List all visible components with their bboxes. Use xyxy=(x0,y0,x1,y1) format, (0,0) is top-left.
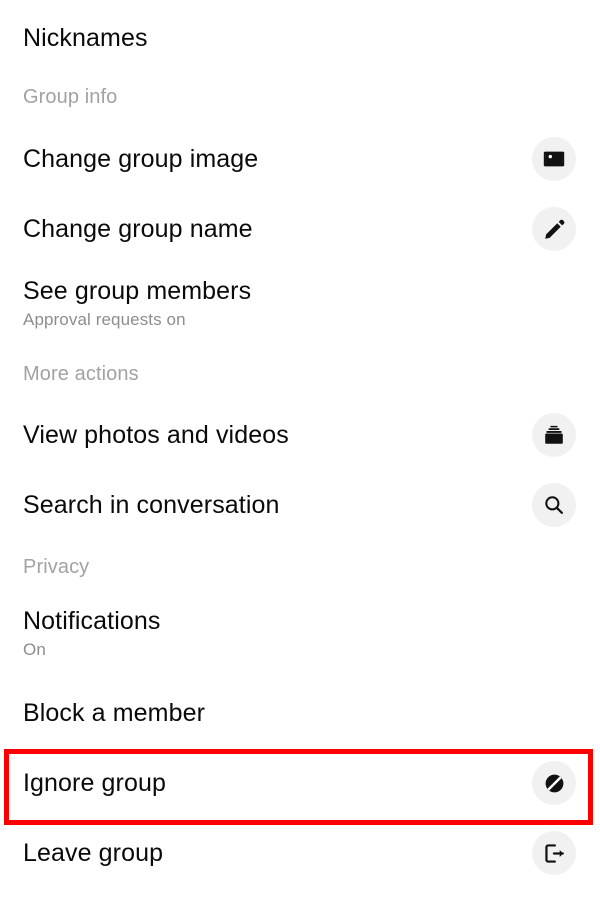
media-stack-icon[interactable] xyxy=(532,413,576,457)
menu-item-text: Change group name xyxy=(23,214,253,245)
section-header-more-actions: More actions xyxy=(23,363,139,385)
menu-item-view-photos-and-videos[interactable]: View photos and videos xyxy=(0,410,600,460)
exit-arrow-icon[interactable] xyxy=(532,831,576,875)
menu-item-see-group-members[interactable]: See group members Approval requests on xyxy=(0,272,600,334)
menu-item-text: Ignore group xyxy=(23,768,166,799)
menu-item-text: View photos and videos xyxy=(23,420,289,451)
section-header-group-info: Group info xyxy=(23,86,118,108)
menu-item-sublabel: Approval requests on xyxy=(23,309,186,329)
menu-item-text: Notifications On xyxy=(23,606,160,661)
menu-item-text: Leave group xyxy=(23,838,163,869)
menu-item-notifications[interactable]: Notifications On xyxy=(0,602,600,664)
menu-item-text: Search in conversation xyxy=(23,490,280,521)
menu-item-label: Search in conversation xyxy=(23,490,280,519)
pencil-icon[interactable] xyxy=(532,207,576,251)
menu-item-label: Notifications xyxy=(23,606,161,635)
menu-item-label: See group members xyxy=(23,276,252,305)
menu-item-change-group-name[interactable]: Change group name xyxy=(0,204,600,254)
ignore-slash-icon[interactable] xyxy=(532,761,576,805)
menu-item-text: Change group image xyxy=(23,144,258,175)
menu-item-label: Change group name xyxy=(23,214,253,243)
menu-item-search-in-conversation[interactable]: Search in conversation xyxy=(0,480,600,530)
menu-item-nicknames[interactable]: Nicknames xyxy=(0,14,600,62)
menu-item-text: Nicknames xyxy=(23,23,148,54)
menu-item-change-group-image[interactable]: Change group image xyxy=(0,134,600,184)
menu-item-ignore-group[interactable]: Ignore group xyxy=(0,758,600,808)
menu-item-text: Block a member xyxy=(23,698,205,729)
section-header-privacy: Privacy xyxy=(23,556,90,578)
menu-item-label: Ignore group xyxy=(23,768,166,797)
menu-item-block-a-member[interactable]: Block a member xyxy=(0,688,600,738)
menu-item-text: See group members Approval requests on xyxy=(23,276,251,331)
group-details-screen: Nicknames Group info Change group image … xyxy=(0,0,600,900)
menu-item-label: View photos and videos xyxy=(23,420,289,449)
menu-item-label: Leave group xyxy=(23,838,164,867)
menu-item-leave-group[interactable]: Leave group xyxy=(0,828,600,878)
menu-item-label: Change group image xyxy=(23,144,259,173)
menu-item-sublabel: On xyxy=(23,639,46,659)
image-icon[interactable] xyxy=(532,137,576,181)
search-icon[interactable] xyxy=(532,483,576,527)
menu-item-label: Nicknames xyxy=(23,23,148,52)
menu-item-label: Block a member xyxy=(23,698,206,727)
